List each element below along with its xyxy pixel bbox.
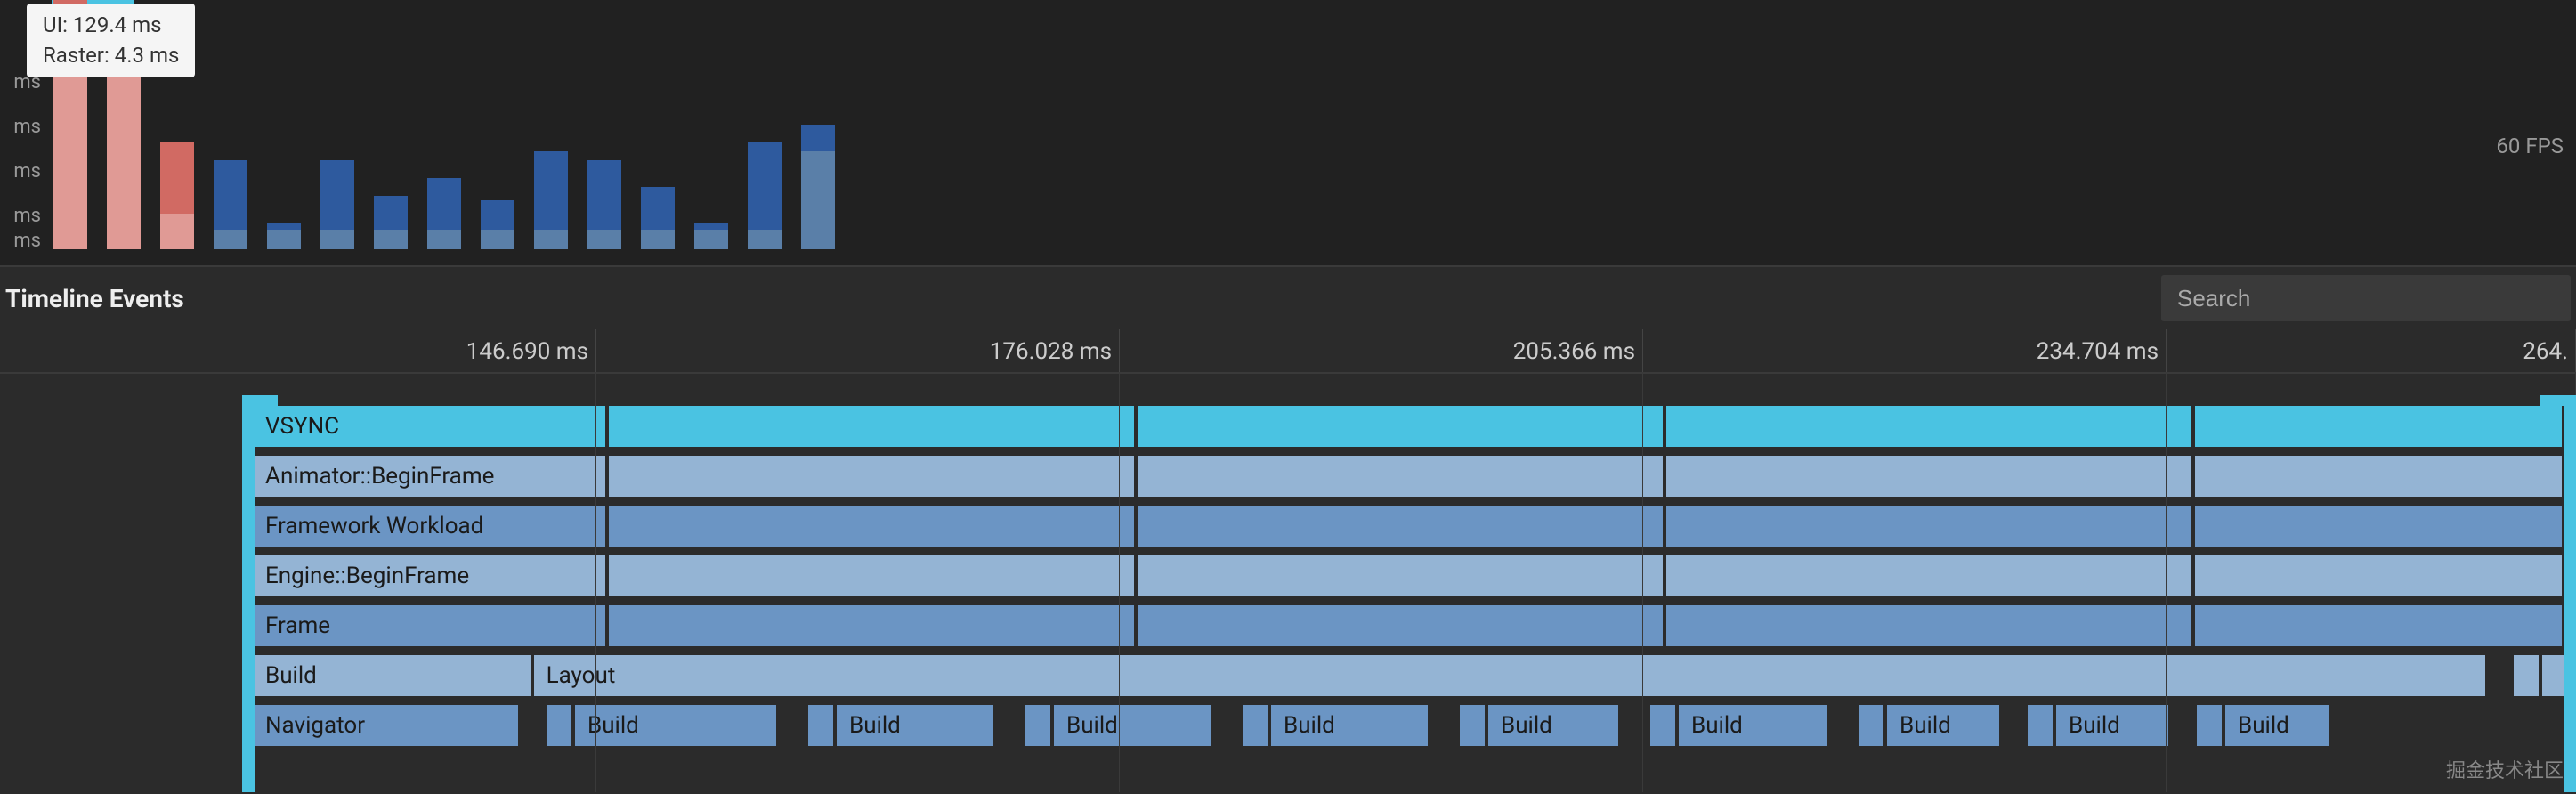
bracket-right bbox=[2564, 395, 2576, 792]
bars-region bbox=[53, 0, 2576, 249]
search-wrap bbox=[2161, 275, 2571, 321]
timeline-header: Timeline Events bbox=[0, 267, 2576, 329]
bracket-top-left bbox=[242, 395, 278, 406]
bracket-left bbox=[242, 395, 255, 792]
tooltip-raster: Raster: 4.3 ms bbox=[43, 41, 179, 71]
tooltip-ui: UI: 129.4 ms bbox=[43, 11, 179, 41]
flame-region[interactable]: VSYNCAnimator::BeginFrameFramework Workl… bbox=[0, 374, 2576, 792]
fps-chart[interactable]: UI: 129.4 ms Raster: 4.3 ms ms ms ms ms … bbox=[0, 0, 2576, 267]
search-input[interactable] bbox=[2161, 275, 2571, 321]
grid-line bbox=[0, 374, 2576, 792]
ruler-label: 264. bbox=[2523, 338, 2568, 365]
time-ruler: 146.690 ms176.028 ms205.366 ms234.704 ms… bbox=[0, 329, 2576, 374]
bracket-top-right bbox=[2540, 395, 2576, 406]
timeline-title: Timeline Events bbox=[5, 284, 2161, 313]
frame-tooltip: UI: 129.4 ms Raster: 4.3 ms bbox=[27, 4, 195, 77]
ruler-tick: 264. bbox=[0, 329, 2576, 372]
